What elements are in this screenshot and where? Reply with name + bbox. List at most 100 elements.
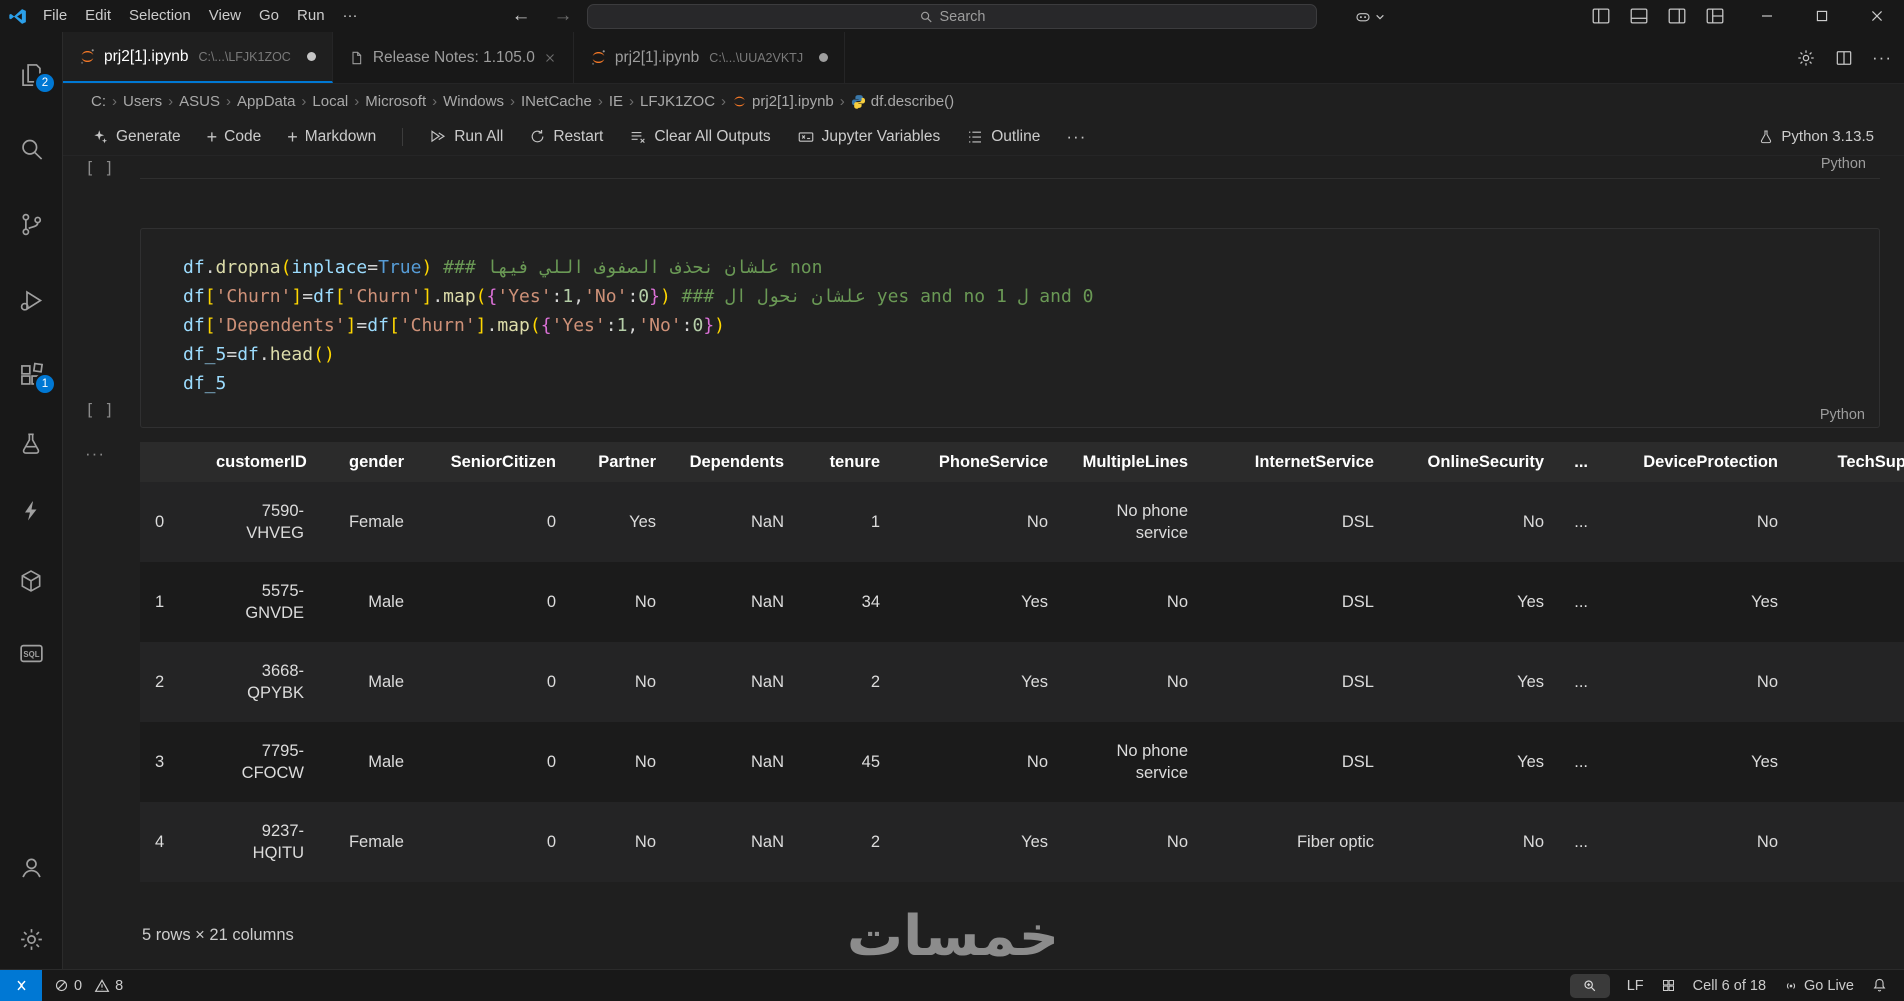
menu-go[interactable]: Go [250, 0, 288, 32]
activity-run-debug[interactable] [0, 285, 62, 315]
close-tab-icon[interactable] [543, 51, 557, 65]
code-editor-lines[interactable]: df.dropna(inplace=True) ### علشان نحذف ا… [183, 253, 1867, 398]
history-back-icon[interactable]: ← [506, 0, 536, 32]
df-cell: Yes [1021, 593, 1048, 611]
beaker-icon [22, 433, 40, 454]
menu-file[interactable]: File [34, 0, 76, 32]
tab-notebook-active[interactable]: prj2[1].ipynb C:\...\LFJK1ZOC [63, 32, 333, 83]
breadcrumb-item[interactable]: prj2[1].ipynb [732, 93, 834, 110]
zoom-indicator[interactable] [1569, 973, 1610, 998]
close-button[interactable] [1849, 0, 1904, 32]
jupyter-variables-button[interactable]: Jupyter Variables [797, 128, 940, 146]
activity-testing[interactable] [0, 429, 62, 459]
prev-cell-language[interactable]: Python [1821, 156, 1866, 172]
breadcrumb-item[interactable]: IE [609, 93, 623, 110]
remote-indicator[interactable] [0, 969, 42, 1001]
clear-outputs-button[interactable]: Clear All Outputs [629, 128, 771, 146]
search-placeholder: Search [939, 8, 986, 25]
problems-indicator[interactable]: 0 8 [54, 978, 123, 994]
breadcrumb-item[interactable]: Local [312, 93, 348, 110]
notebook-settings-gear-icon[interactable] [1796, 48, 1816, 68]
cell-language[interactable]: Python [1820, 407, 1865, 423]
breadcrumb-item[interactable]: Windows [443, 93, 504, 110]
warnings-item: 8 [94, 978, 123, 994]
output-more-icon[interactable]: ··· [85, 444, 105, 464]
more-actions-icon[interactable]: ··· [1872, 48, 1892, 68]
breadcrumb-item[interactable]: C: [91, 93, 106, 110]
broadcast-icon [1786, 982, 1796, 989]
breadcrumb-item[interactable]: df.describe() [851, 93, 954, 110]
df-column-header: SeniorCitizen [416, 442, 568, 482]
df-column-header: DeviceProtection [1600, 442, 1790, 482]
toggle-sidebar-icon[interactable] [1590, 5, 1612, 27]
modified-dot-icon[interactable] [306, 52, 316, 61]
tab-title: prj2[1].ipynb [614, 48, 700, 66]
breadcrumb-separator-icon: › [301, 92, 307, 110]
df-cell: 0 [546, 513, 556, 531]
split-editor-icon[interactable] [1834, 48, 1854, 68]
activity-search[interactable] [0, 134, 62, 164]
generate-button[interactable]: Generate [91, 128, 181, 146]
go-live-button[interactable]: Go Live [1783, 978, 1854, 994]
notifications-bell[interactable] [1871, 977, 1888, 994]
activity-settings[interactable] [0, 924, 62, 954]
breadcrumb-item[interactable]: INetCache [521, 93, 592, 110]
activity-source-control[interactable] [0, 209, 62, 239]
layout-grid-indicator[interactable] [1661, 978, 1676, 993]
df-cell: DSL [1341, 513, 1374, 531]
breadcrumb-item[interactable]: AppData [237, 93, 295, 110]
run-all-button[interactable]: Run All [429, 128, 503, 146]
maximize-button[interactable] [1794, 0, 1849, 32]
tab-notebook-2[interactable]: prj2[1].ipynb C:\...\UUA2VKTJ [573, 32, 846, 83]
add-markdown-button[interactable]: + Markdown [287, 128, 376, 146]
breadcrumb-item[interactable]: ASUS [179, 93, 220, 110]
customize-layout-icon[interactable] [1704, 5, 1726, 27]
df-cell [1790, 482, 1904, 562]
toggle-panel-icon[interactable] [1628, 5, 1650, 27]
notebook-toolbar: Generate + Code + Markdown Run All Restart… [63, 118, 1904, 156]
activity-sqltools[interactable]: SQL [0, 638, 62, 668]
activity-thunder-client[interactable] [0, 496, 62, 526]
menu-run[interactable]: Run [288, 0, 334, 32]
outline-button[interactable]: Outline [966, 128, 1040, 146]
search-icon [21, 139, 42, 160]
add-code-button[interactable]: + Code [207, 128, 262, 146]
settings-gear-icon [20, 928, 42, 950]
df-column-header [140, 442, 204, 482]
minimize-button[interactable] [1739, 0, 1794, 32]
df-cell: NaN [750, 753, 784, 771]
tab-release-notes[interactable]: Release Notes: 1.105.0 [332, 32, 574, 83]
df-cell: Fiber optic [1296, 833, 1374, 851]
toolbar-more-icon[interactable]: ··· [1066, 127, 1086, 147]
menu-view[interactable]: View [200, 0, 250, 32]
menu-selection[interactable]: Selection [120, 0, 200, 32]
activity-account[interactable] [0, 852, 62, 882]
df-cell: No [634, 593, 656, 611]
menu-more[interactable]: ··· [334, 0, 367, 32]
copilot-button[interactable] [1348, 4, 1391, 29]
sql-database-icon: SQL [19, 644, 43, 662]
activity-explorer[interactable]: 2 [0, 59, 62, 92]
activity-extensions[interactable]: 1 [0, 360, 62, 393]
cell-position-indicator[interactable]: Cell 6 of 18 [1693, 978, 1766, 994]
toggle-secondary-sidebar-icon[interactable] [1666, 5, 1688, 27]
menu-bar: File Edit Selection View Go Run ··· [34, 0, 367, 32]
breadcrumb-item[interactable]: Users [123, 93, 162, 110]
df-row-index: 2 [155, 673, 165, 691]
modified-dot-icon[interactable] [819, 53, 829, 62]
breadcrumb-item[interactable]: LFJK1ZOC [640, 93, 715, 110]
menu-edit[interactable]: Edit [76, 0, 120, 32]
tab-path: C:\...\LFJK1ZOC [198, 49, 291, 64]
eol-indicator[interactable]: LF [1627, 978, 1644, 994]
jupyter-icon [732, 94, 747, 109]
df-row: 3 7795-CFOCW Male 0 No NaN 45 No No phone servic… [140, 722, 1904, 802]
df-cell: 5575-GNVDE [245, 582, 304, 622]
breadcrumb-item[interactable]: Microsoft [365, 93, 426, 110]
restart-button[interactable]: Restart [529, 128, 603, 146]
history-forward-icon[interactable]: → [548, 0, 578, 32]
activity-containers[interactable] [0, 566, 62, 596]
remote-icon [16, 980, 26, 991]
search-command-center[interactable]: Search [587, 4, 1317, 29]
kernel-picker[interactable]: Python 3.13.5 [1758, 128, 1874, 145]
breadcrumb[interactable]: C: › Users › ASUS › AppData › Local › Microsoft › Wi… [63, 84, 1904, 118]
